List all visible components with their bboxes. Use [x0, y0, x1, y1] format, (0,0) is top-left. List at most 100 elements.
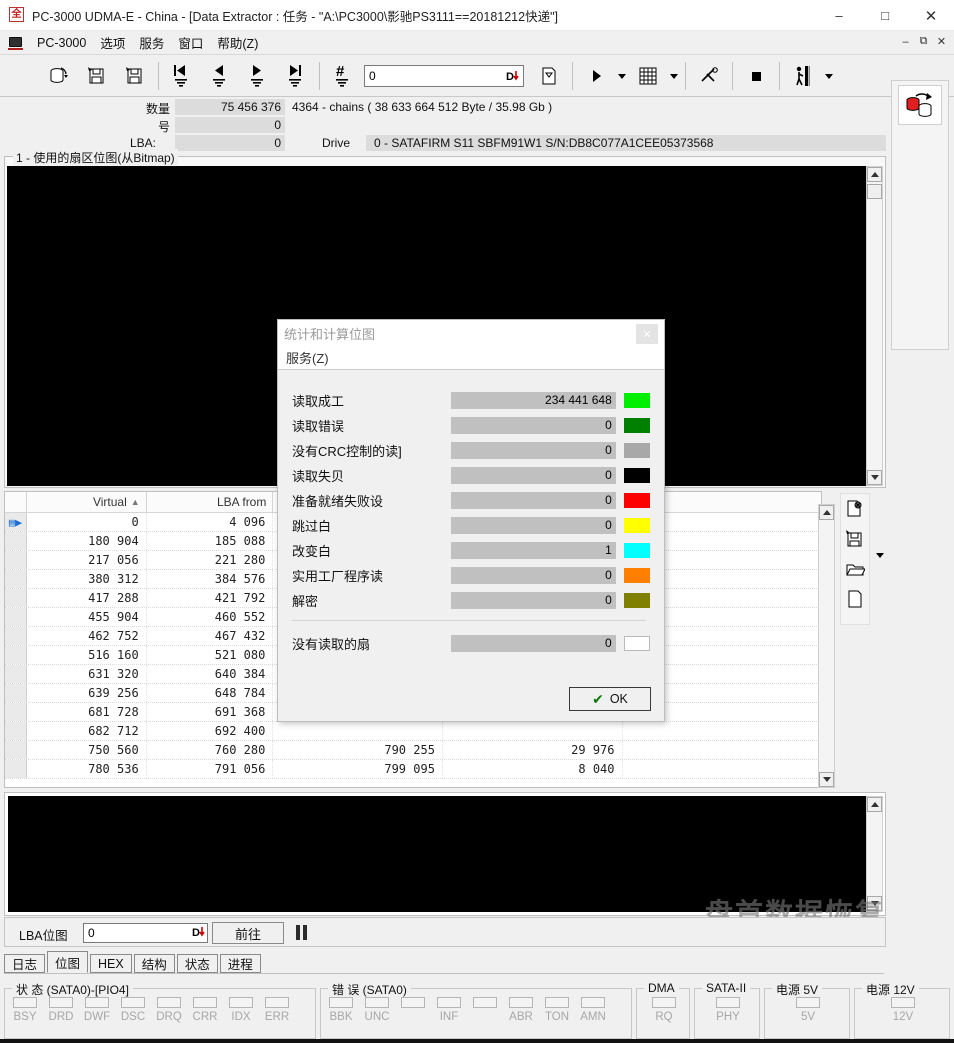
maximize-button[interactable]: □: [862, 0, 908, 31]
sector-number-input[interactable]: 0 D: [364, 65, 524, 87]
file-tag-icon[interactable]: [530, 59, 568, 93]
refresh-disk-icon[interactable]: [40, 59, 78, 93]
led-crr[interactable]: CRR: [187, 997, 223, 1023]
statistics-ok-button[interactable]: ✔ OK: [569, 687, 651, 711]
led-12v[interactable]: 12V: [885, 997, 921, 1023]
led-drq[interactable]: DRQ: [151, 997, 187, 1023]
tools-icon[interactable]: [690, 59, 728, 93]
led-abr[interactable]: ABR: [503, 997, 539, 1023]
led-rq[interactable]: RQ: [646, 997, 682, 1023]
statistics-label-unread: 没有读取的扇: [292, 634, 451, 653]
table-row-gutter: [5, 703, 27, 721]
goto-number-icon[interactable]: #: [324, 59, 362, 93]
run-man-icon[interactable]: [784, 59, 822, 93]
close-button[interactable]: ✕: [908, 0, 954, 31]
first-sector-icon[interactable]: [163, 59, 201, 93]
last-sector-icon[interactable]: [277, 59, 315, 93]
led-unc[interactable]: UNC: [359, 997, 395, 1023]
led-amn[interactable]: AMN: [575, 997, 611, 1023]
led-err[interactable]: ERR: [259, 997, 295, 1023]
led-dwf[interactable]: DWF: [79, 997, 115, 1023]
bitmap-bottom-scroll-up-button[interactable]: [867, 797, 882, 812]
table-scrollbar[interactable]: [818, 504, 835, 788]
statistics-swatch: [624, 568, 650, 583]
status-group-sata0: 状 态 (SATA0)-[PIO4] BSY DRD DWF DSC DRQ C…: [4, 988, 316, 1039]
menu-item-pc3000[interactable]: PC-3000: [30, 34, 93, 52]
menu-item-window[interactable]: 窗口: [171, 31, 210, 54]
statistics-label: 读取错误: [292, 416, 451, 435]
power12v-leds: 12V: [885, 997, 921, 1023]
mdi-close-button[interactable]: ✕: [933, 33, 950, 50]
bitmap-top-scroll-down-button[interactable]: [867, 470, 882, 485]
led-dsc[interactable]: DSC: [115, 997, 151, 1023]
led-idx[interactable]: IDX: [223, 997, 259, 1023]
mdi-minimize-button[interactable]: –: [897, 33, 914, 50]
play-dropdown-chevron-down-icon[interactable]: [615, 59, 629, 93]
led-blank-2[interactable]: [467, 997, 503, 1023]
led-blank-1[interactable]: [395, 997, 431, 1023]
led-inf[interactable]: INF: [431, 997, 467, 1023]
menu-item-service[interactable]: 服务: [132, 31, 171, 54]
bitmap-top-scroll-thumb[interactable]: [867, 184, 882, 199]
statistics-dialog-title-bar: 统计和计算位图 ✕: [278, 320, 664, 346]
bitmap-top-scroll-up-button[interactable]: [867, 167, 882, 182]
prev-sector-icon[interactable]: [201, 59, 239, 93]
led-bsy[interactable]: BSY: [7, 997, 43, 1023]
led-drd-label: DRD: [49, 1011, 74, 1023]
stop-icon[interactable]: [737, 59, 775, 93]
open-folder-dropdown-chevron-down-icon[interactable]: [873, 548, 887, 562]
led-phy[interactable]: PHY: [710, 997, 746, 1023]
minimize-button[interactable]: –: [816, 0, 862, 31]
statistics-dialog-menu-service[interactable]: 服务(Z): [278, 346, 664, 370]
sector-apply-button[interactable]: D: [504, 66, 522, 86]
menu-item-options[interactable]: 选项: [93, 31, 132, 54]
tab-hex[interactable]: HEX: [90, 954, 132, 973]
led-rq-label: RQ: [655, 1011, 672, 1023]
grid-dropdown-chevron-down-icon[interactable]: [667, 59, 681, 93]
pause-icon[interactable]: [296, 925, 307, 940]
blank-page-icon[interactable]: [841, 584, 869, 614]
led-ton[interactable]: TON: [539, 997, 575, 1023]
info-chains-text: 4364 - chains ( 38 633 664 512 Byte / 35…: [292, 100, 552, 114]
file-settings-icon[interactable]: [841, 494, 869, 524]
bitmap-top-scrollbar[interactable]: [866, 166, 883, 486]
open-folder-icon[interactable]: [841, 554, 869, 584]
led-drd[interactable]: DRD: [43, 997, 79, 1023]
app-mdi-icon[interactable]: [8, 36, 24, 50]
table-row[interactable]: 750 560760 280790 25529 976: [5, 741, 821, 760]
lba-apply-button[interactable]: D: [191, 924, 207, 943]
led-5v[interactable]: 5V: [790, 997, 826, 1023]
tab-structure[interactable]: 结构: [134, 954, 175, 973]
grid-icon[interactable]: [629, 59, 667, 93]
table-scroll-down-button[interactable]: [819, 772, 834, 787]
statistics-dialog-close-button[interactable]: ✕: [636, 324, 658, 344]
tab-process[interactable]: 进程: [220, 954, 261, 973]
menu-item-help[interactable]: 帮助(Z): [210, 31, 265, 54]
table-cell-virtual: 780 536: [27, 760, 147, 778]
next-sector-icon[interactable]: [239, 59, 277, 93]
statistics-value: 0: [451, 567, 615, 584]
table-header-lba-from[interactable]: LBA from: [147, 492, 274, 512]
mdi-restore-button[interactable]: ⧉: [915, 33, 932, 50]
table-row[interactable]: 780 536791 056799 0958 040: [5, 760, 821, 779]
tab-bitmap[interactable]: 位图: [47, 951, 88, 973]
application-window: 全 PC-3000 UDMA-E - China - [Data Extract…: [0, 0, 954, 1043]
led-crr-label: CRR: [193, 1011, 218, 1023]
run-dropdown-chevron-down-icon[interactable]: [822, 59, 836, 93]
save-disk-alt-icon[interactable]: [116, 59, 154, 93]
tab-status[interactable]: 状态: [177, 954, 218, 973]
play-icon[interactable]: [577, 59, 615, 93]
save-disk-icon[interactable]: [78, 59, 116, 93]
table-row[interactable]: 682 712692 400: [5, 722, 821, 741]
led-bbk[interactable]: BBK: [323, 997, 359, 1023]
goto-button[interactable]: 前往: [212, 922, 284, 944]
table-scroll-up-button[interactable]: [819, 505, 834, 520]
led-dsc-label: DSC: [121, 1011, 145, 1023]
lba-bitmap-input[interactable]: 0 D: [83, 923, 208, 943]
save-file-icon[interactable]: [841, 524, 869, 554]
table-header-virtual[interactable]: Virtual ▲: [27, 492, 147, 512]
disk-copy-icon[interactable]: [898, 85, 942, 125]
statistics-row: 没有CRC控制的读]0: [292, 438, 650, 462]
tab-log[interactable]: 日志: [4, 954, 45, 973]
statistics-dialog[interactable]: 统计和计算位图 ✕ 服务(Z) 读取成工234 441 648读取错误0没有CR…: [277, 319, 665, 722]
